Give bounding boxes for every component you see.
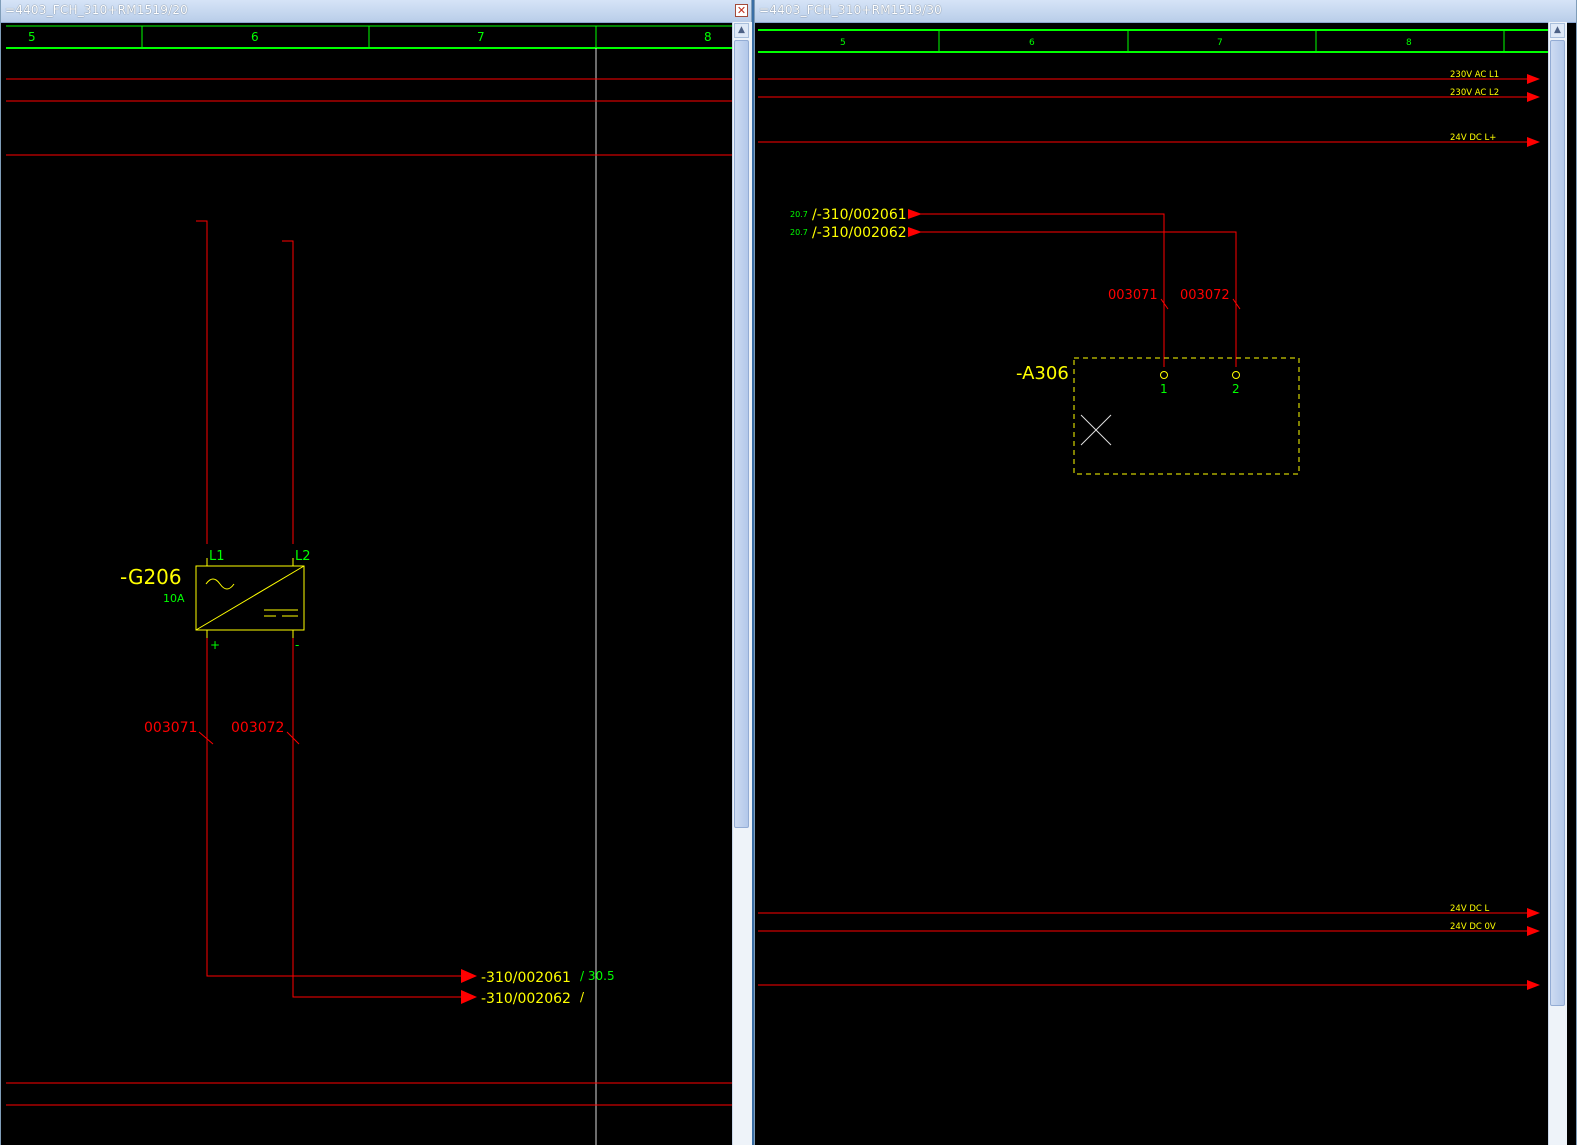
rail-label-24v-dc-lplus: 24V DC L+ (1450, 133, 1496, 143)
terminal-l2: L2 (295, 549, 311, 564)
wire-label-003071: 003071 (144, 720, 197, 736)
power-supply-symbol[interactable] (195, 558, 305, 638)
input-arrow-1 (908, 209, 922, 219)
wire-label-003072: 003072 (231, 720, 284, 736)
output-ref-002061[interactable]: / 30.5 (580, 969, 615, 983)
left-scroll-thumb[interactable] (734, 40, 749, 828)
left-window-titlebar[interactable]: =4403_FCH_310+RM1519/20 ✕ (1, 0, 751, 23)
power-supply-tag: -G206 (120, 565, 182, 589)
input-ref-2[interactable]: 20.7 (790, 228, 808, 237)
right-column-header: 5 6 7 8 (758, 29, 1550, 53)
left-output-arrow-1 (461, 969, 477, 983)
output-ref-002062[interactable]: / (580, 990, 585, 1004)
left-scrollbar[interactable]: ▲ (732, 22, 752, 1145)
right-wire-label-003072: 003072 (1180, 288, 1230, 303)
right-scrollbar[interactable]: ▲ (1548, 22, 1567, 1145)
right-schematic-window[interactable]: =4403_FCH_310+RM1519/30 5 6 7 8 230V AC … (754, 0, 1577, 1145)
output-label-002062[interactable]: -310/002062 (481, 991, 571, 1007)
left-power-rails (6, 78, 736, 1106)
rail-label-230v-ac-l2: 230V AC L2 (1450, 88, 1499, 98)
left-col-label-5: 5 (28, 30, 36, 44)
device-pin-1: 1 (1160, 382, 1168, 396)
terminal-plus: + (210, 638, 220, 652)
right-rail-arrows (1527, 74, 1540, 990)
scroll-up-icon[interactable]: ▲ (734, 23, 749, 38)
device-a306-symbol[interactable] (1073, 357, 1300, 475)
right-col-label-7: 7 (1217, 38, 1223, 48)
power-supply-rating: 10A (163, 592, 185, 605)
right-col-label-5: 5 (840, 38, 846, 48)
left-col-label-6: 6 (251, 30, 259, 44)
input-label-002062[interactable]: /-310/002062 (812, 225, 907, 241)
left-column-header: 5 6 7 8 (6, 25, 736, 49)
right-schematic-canvas[interactable]: 5 6 7 8 230V AC L1 230V AC L2 24V DC L+ … (758, 22, 1550, 1145)
right-wire-label-003071: 003071 (1108, 288, 1158, 303)
left-schematic-canvas[interactable]: 5 6 7 8 -G206 10A L1 L2 + - 003071 00307… (6, 22, 736, 1145)
device-a306-tag: -A306 (1016, 363, 1069, 384)
rail-label-230v-ac-l1: 230V AC L1 (1450, 70, 1499, 80)
left-wires (196, 220, 464, 998)
terminal-l1: L1 (209, 549, 225, 564)
rail-label-24v-dc-l: 24V DC L (1450, 904, 1490, 914)
scroll-up-icon[interactable]: ▲ (1550, 23, 1565, 38)
output-label-002061[interactable]: -310/002061 (481, 970, 571, 986)
input-arrow-2 (908, 227, 922, 237)
right-scroll-thumb[interactable] (1550, 40, 1565, 1006)
right-col-label-8: 8 (1406, 38, 1412, 48)
left-window-title: =4403_FCH_310+RM1519/20 (5, 3, 189, 17)
right-col-label-6: 6 (1029, 38, 1035, 48)
left-output-arrow-2 (461, 990, 477, 1004)
input-ref-1[interactable]: 20.7 (790, 210, 808, 219)
left-col-label-7: 7 (477, 30, 485, 44)
rail-label-24v-dc-0v: 24V DC 0V (1450, 922, 1496, 932)
right-window-titlebar[interactable]: =4403_FCH_310+RM1519/30 (755, 0, 1576, 23)
right-window-title: =4403_FCH_310+RM1519/30 (759, 3, 943, 17)
left-schematic-window[interactable]: =4403_FCH_310+RM1519/20 ✕ 5 6 7 8 -G206 … (0, 0, 752, 1145)
input-label-002061[interactable]: /-310/002061 (812, 207, 907, 223)
left-col-label-8: 8 (704, 30, 712, 44)
device-pin-2: 2 (1232, 382, 1240, 396)
close-icon[interactable]: ✕ (735, 4, 748, 17)
terminal-minus: - (295, 638, 299, 652)
